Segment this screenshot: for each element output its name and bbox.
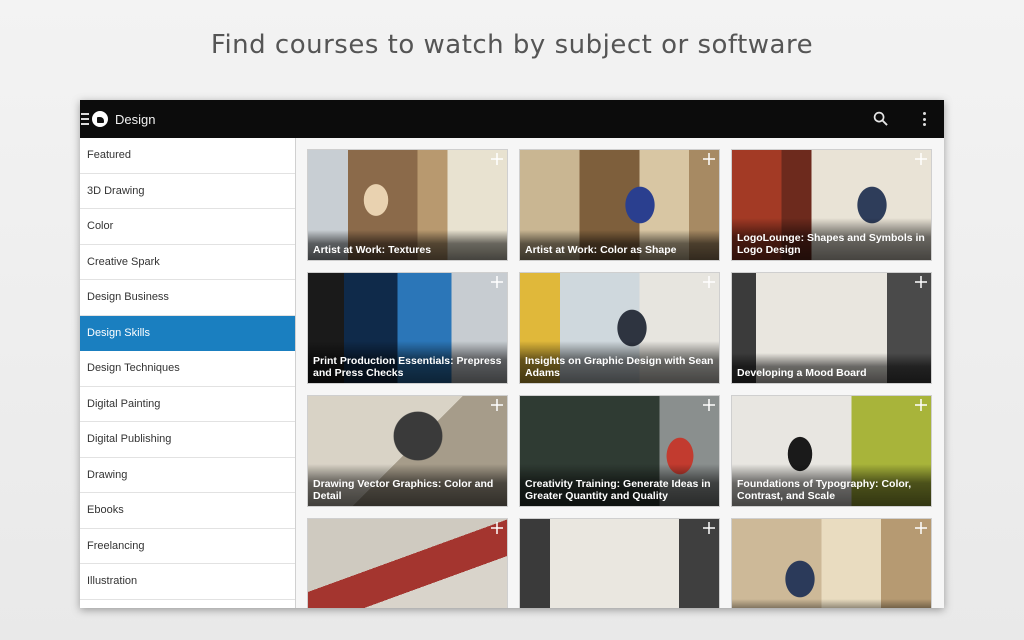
course-title: Artist at Work: Creating a Visual bbox=[732, 599, 931, 608]
course-card[interactable]: Foundations of Typography: Color, Contra… bbox=[731, 395, 932, 507]
sidebar-item[interactable]: 3D Drawing bbox=[80, 174, 295, 209]
course-card[interactable] bbox=[307, 518, 508, 608]
sidebar-item[interactable]: Creative Spark bbox=[80, 245, 295, 280]
course-thumbnail bbox=[732, 519, 931, 608]
course-title: Developing a Mood Board bbox=[732, 353, 931, 383]
sidebar-item[interactable]: Illustration bbox=[80, 564, 295, 600]
add-icon[interactable] bbox=[702, 398, 716, 412]
sidebar-item[interactable]: Design Business bbox=[80, 280, 295, 316]
sidebar-item[interactable]: Digital Painting bbox=[80, 387, 295, 422]
course-grid: Artist at Work: Textures Artist at Work: … bbox=[307, 149, 932, 608]
course-card[interactable]: Creativity Training: Generate Ideas in G… bbox=[519, 395, 720, 507]
add-icon[interactable] bbox=[490, 521, 504, 535]
course-title: Artist at Work: Color as Shape bbox=[520, 230, 719, 260]
course-card[interactable]: Developing a Mood Board bbox=[731, 272, 932, 384]
add-icon[interactable] bbox=[914, 152, 928, 166]
course-title: Insights on Graphic Design with Sean Ada… bbox=[520, 341, 719, 383]
overflow-menu-icon[interactable] bbox=[922, 112, 926, 126]
course-card[interactable]: Insights on Graphic Design with Sean Ada… bbox=[519, 272, 720, 384]
app-bar-title: Design bbox=[115, 111, 156, 127]
app-logo[interactable] bbox=[92, 111, 108, 127]
promo-headline: Find courses to watch by subject or soft… bbox=[210, 30, 814, 60]
course-card[interactable] bbox=[519, 518, 720, 608]
add-icon[interactable] bbox=[490, 275, 504, 289]
add-icon[interactable] bbox=[702, 275, 716, 289]
course-thumbnail bbox=[308, 519, 507, 608]
add-icon[interactable] bbox=[702, 521, 716, 535]
course-card[interactable]: Artist at Work: Color as Shape bbox=[519, 149, 720, 261]
add-icon[interactable] bbox=[914, 275, 928, 289]
course-title: LogoLounge: Shapes and Symbols in Logo D… bbox=[732, 218, 931, 260]
course-title: Drawing Vector Graphics: Color and Detai… bbox=[308, 464, 507, 506]
course-card[interactable]: LogoLounge: Shapes and Symbols in Logo D… bbox=[731, 149, 932, 261]
add-icon[interactable] bbox=[490, 398, 504, 412]
course-card[interactable]: Artist at Work: Creating a Visual bbox=[731, 518, 932, 608]
course-title: Foundations of Typography: Color, Contra… bbox=[732, 464, 931, 506]
course-card[interactable]: Drawing Vector Graphics: Color and Detai… bbox=[307, 395, 508, 507]
sidebar-item[interactable]: Freelancing bbox=[80, 529, 295, 564]
add-icon[interactable] bbox=[914, 398, 928, 412]
sidebar-item[interactable]: Drawing bbox=[80, 458, 295, 493]
sidebar-item[interactable]: Design Techniques bbox=[80, 351, 295, 387]
course-card[interactable]: Print Production Essentials: Prepress an… bbox=[307, 272, 508, 384]
course-card[interactable]: Artist at Work: Textures bbox=[307, 149, 508, 261]
course-title: Print Production Essentials: Prepress an… bbox=[308, 341, 507, 383]
sidebar-item[interactable]: Color bbox=[80, 209, 295, 245]
course-thumbnail bbox=[520, 519, 719, 608]
sidebar-item[interactable]: Digital Publishing bbox=[80, 422, 295, 458]
sidebar-item[interactable]: Ebooks bbox=[80, 493, 295, 529]
course-grid-area: Artist at Work: Textures Artist at Work: … bbox=[296, 138, 944, 608]
sidebar-item[interactable]: Featured bbox=[80, 138, 295, 174]
sidebar-item[interactable]: Design Skills bbox=[80, 315, 295, 351]
course-title: Creativity Training: Generate Ideas in G… bbox=[520, 464, 719, 506]
app-bar: Design bbox=[80, 100, 944, 138]
add-icon[interactable] bbox=[490, 152, 504, 166]
search-icon[interactable] bbox=[873, 111, 888, 126]
hamburger-icon[interactable] bbox=[81, 113, 89, 125]
course-title: Artist at Work: Textures bbox=[308, 230, 507, 260]
app-window: Design Featured 3D Drawing Color Creative S… bbox=[80, 100, 944, 608]
add-icon[interactable] bbox=[702, 152, 716, 166]
category-sidebar: Featured 3D Drawing Color Creative Spark Des… bbox=[80, 138, 296, 608]
add-icon[interactable] bbox=[914, 521, 928, 535]
